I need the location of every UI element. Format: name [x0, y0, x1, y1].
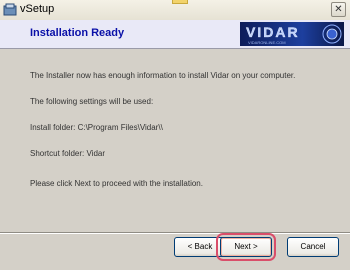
cancel-button[interactable]: Cancel [287, 237, 339, 257]
back-button[interactable]: < Back [174, 237, 226, 257]
wizard-header: Installation Ready VIDAR VIDARONLINE.COM [0, 20, 350, 49]
title-bar: vSetup ✕ [0, 0, 350, 21]
wizard-content: The Installer now has enough information… [0, 49, 350, 234]
setup-app-icon [3, 3, 17, 17]
shortcut-folder-text: Shortcut folder: Vidar [30, 149, 106, 158]
svg-text:VIDAR: VIDAR [246, 24, 300, 40]
next-button[interactable]: Next > [216, 233, 276, 261]
window-title: vSetup [20, 3, 55, 15]
install-folder-text: Install folder: C:\Program Files\Vidar\\ [30, 123, 163, 132]
footer-divider [0, 232, 350, 234]
svg-text:VIDARONLINE.COM: VIDARONLINE.COM [248, 40, 286, 45]
intro-text: The Installer now has enough information… [30, 71, 296, 80]
vidar-logo: VIDAR VIDARONLINE.COM [240, 22, 344, 46]
folder-icon [172, 0, 188, 4]
page-title: Installation Ready [30, 27, 125, 39]
proceed-prompt: Please click Next to proceed with the in… [30, 179, 203, 188]
close-button[interactable]: ✕ [331, 2, 346, 17]
settings-heading: The following settings will be used: [30, 97, 154, 106]
